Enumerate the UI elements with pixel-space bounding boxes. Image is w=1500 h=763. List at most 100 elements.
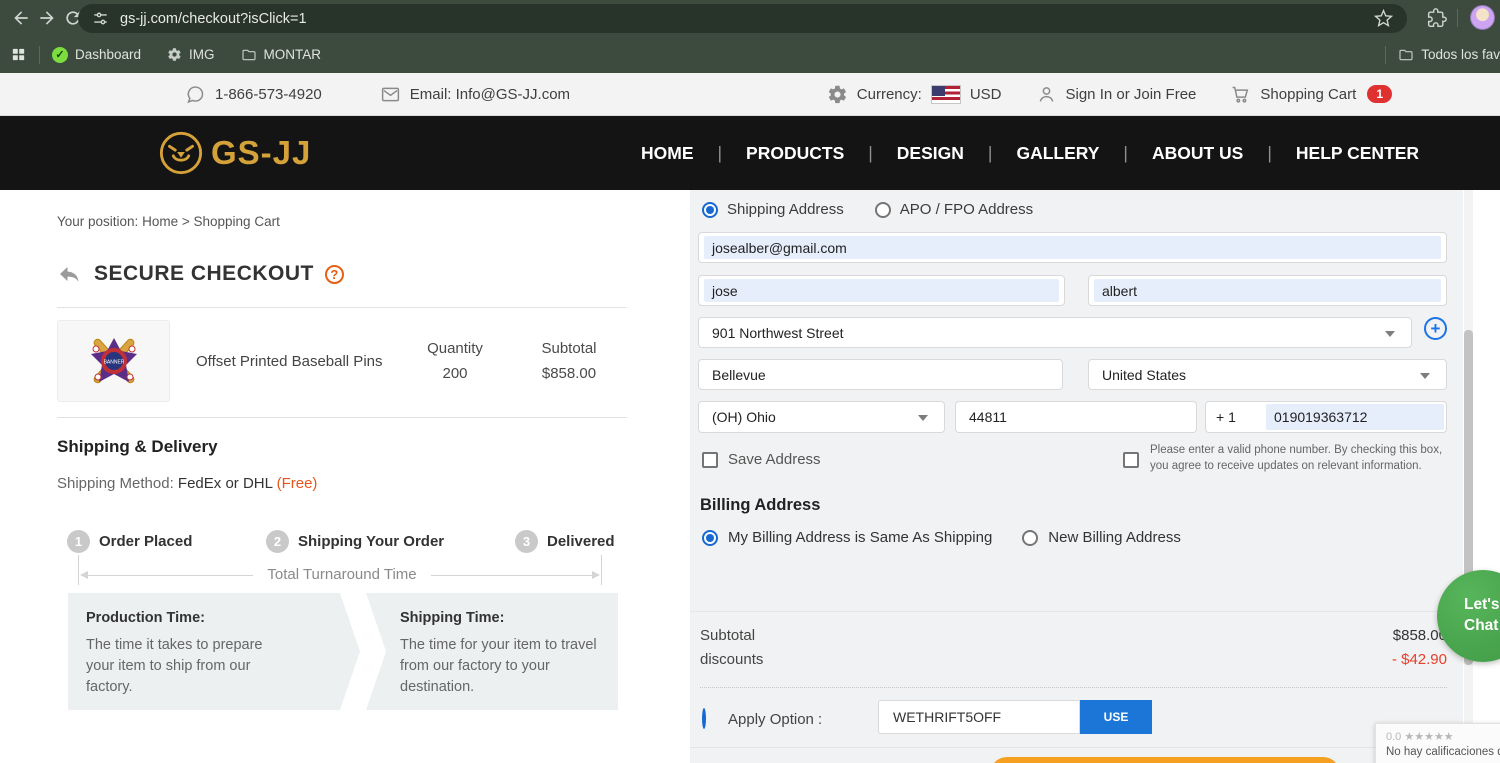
profile-avatar[interactable]	[1470, 5, 1495, 30]
shopping-cart-link[interactable]: Shopping Cart 1	[1230, 84, 1392, 105]
site-utility-bar: 1-866-573-4920 Email: Info@GS-JJ.com Cur…	[0, 73, 1500, 116]
summary-divider	[690, 611, 1453, 612]
us-flag-icon	[930, 84, 961, 104]
step-shipping-order: 2 Shipping Your Order	[266, 530, 444, 553]
step-circle: 1	[67, 530, 90, 553]
nav-separator: |	[1267, 142, 1272, 163]
nav-item-gallery[interactable]: GALLERY	[1016, 143, 1099, 164]
shipping-time-title: Shipping Time:	[400, 610, 505, 626]
svg-text:BANNER: BANNER	[103, 360, 124, 366]
folder-icon	[241, 49, 256, 60]
lion-logo-icon	[159, 131, 203, 175]
extensions-icon[interactable]	[1427, 8, 1447, 28]
country-select[interactable]: United States	[1088, 359, 1447, 390]
sign-in-text: Sign In or Join Free	[1065, 85, 1197, 103]
screen: gs-jj.com/checkout?isClick=1 ✓ Dashboard…	[0, 0, 1500, 763]
bookmark-label: Todos los fav	[1421, 47, 1500, 62]
bookmark-img[interactable]: IMG	[167, 47, 215, 62]
apply-option-radio[interactable]	[702, 708, 706, 729]
state-select[interactable]: (OH) Ohio	[698, 401, 945, 433]
bookmark-montar-folder[interactable]: MONTAR	[241, 47, 322, 63]
billing-new-label: New Billing Address	[1048, 529, 1181, 546]
breadcrumb: Your position: Home > Shopping Cart	[57, 214, 280, 229]
url-bar[interactable]: gs-jj.com/checkout?isClick=1	[78, 4, 1407, 33]
step-circle: 3	[515, 530, 538, 553]
breadcrumb-current: Shopping Cart	[193, 214, 280, 229]
last-name-input[interactable]: albert	[1088, 275, 1447, 306]
product-image[interactable]: BANNER	[57, 320, 170, 402]
bookmark-star-icon[interactable]	[1374, 9, 1393, 28]
state-value: (OH) Ohio	[712, 409, 776, 425]
last-name-value: albert	[1102, 282, 1138, 299]
phone-prefix: + 1	[1216, 409, 1236, 425]
phone-contact[interactable]: 1-866-573-4920	[185, 84, 322, 105]
use-coupon-button[interactable]: USE	[1080, 700, 1152, 734]
apo-fpo-radio-label: APO / FPO Address	[899, 201, 1034, 218]
zip-input[interactable]: 44811	[955, 401, 1197, 433]
save-address-option: Save Address	[702, 451, 821, 468]
nav-menu: HOME | PRODUCTS | DESIGN | GALLERY | ABO…	[641, 116, 1419, 190]
consent-checkbox[interactable]	[1123, 452, 1139, 468]
summary-discounts-value: - $42.90	[1391, 651, 1447, 668]
checkout-submit-button[interactable]	[990, 757, 1340, 763]
apps-grid-icon[interactable]	[10, 46, 27, 63]
scrollbar-track[interactable]	[1464, 190, 1473, 763]
email-input[interactable]: josealber@gmail.com	[698, 232, 1447, 263]
turnaround-label: Total Turnaround Time	[253, 566, 431, 583]
back-icon[interactable]	[11, 8, 31, 28]
bookmark-all-favorites-folder[interactable]: Todos los fav	[1398, 47, 1500, 63]
shipping-address-radio[interactable]	[702, 201, 718, 218]
step-label: Delivered	[547, 533, 615, 550]
quantity-header: Quantity	[427, 340, 483, 357]
site-settings-icon[interactable]	[92, 10, 109, 27]
nav-item-about[interactable]: ABOUT US	[1152, 143, 1243, 164]
summary-discounts-label: discounts	[700, 651, 764, 668]
billing-radio-group: My Billing Address is Same As Shipping N…	[702, 529, 1181, 546]
bookmark-label: MONTAR	[263, 47, 322, 62]
apo-fpo-radio[interactable]	[874, 201, 891, 218]
consent-text: Please enter a valid phone number. By ch…	[1150, 444, 1443, 472]
bookmark-dashboard[interactable]: ✓ Dashboard	[52, 46, 142, 63]
forward-icon[interactable]	[37, 8, 57, 28]
breadcrumb-home-link[interactable]: Home	[142, 214, 178, 229]
nav-item-design[interactable]: DESIGN	[897, 143, 964, 164]
bookmark-label: Dashboard	[75, 47, 142, 62]
rating-score: 0.0	[1386, 731, 1402, 743]
nav-item-help[interactable]: HELP CENTER	[1296, 143, 1419, 164]
bottom-divider	[690, 747, 1453, 748]
add-address-icon[interactable]: +	[1424, 317, 1447, 340]
city-input[interactable]: Bellevue	[698, 359, 1063, 390]
address-select[interactable]: 901 Northwest Street	[698, 317, 1412, 348]
help-question-icon[interactable]: ?	[324, 264, 344, 284]
save-address-checkbox[interactable]	[702, 451, 718, 468]
nav-separator: |	[868, 142, 873, 163]
currency-selector[interactable]: Currency: USD	[827, 84, 1002, 105]
url-text: gs-jj.com/checkout?isClick=1	[120, 10, 307, 27]
browser-toolbar: gs-jj.com/checkout?isClick=1	[0, 0, 1500, 36]
coupon-code-value: WETHRIFT5OFF	[893, 709, 1002, 725]
chat-text-line2: Chat	[1464, 617, 1499, 634]
dotted-divider	[700, 687, 1447, 688]
nav-separator: |	[1123, 142, 1128, 163]
nav-separator: |	[987, 142, 993, 163]
email-contact[interactable]: Email: Info@GS-JJ.com	[380, 84, 570, 105]
first-name-input[interactable]: jose	[698, 275, 1065, 306]
quantity-value: 200	[442, 365, 468, 382]
sign-in-link[interactable]: Sign In or Join Free	[1036, 84, 1197, 105]
coupon-code-input[interactable]: WETHRIFT5OFF	[878, 700, 1080, 734]
rating-popup: 0.0 ★★★★★ No hay calificaciones disp	[1375, 723, 1500, 763]
zip-value: 44811	[969, 409, 1007, 425]
billing-new-radio[interactable]	[1022, 529, 1039, 546]
nav-item-home[interactable]: HOME	[641, 143, 694, 164]
breadcrumb-prefix: Your position:	[57, 214, 139, 229]
dashboard-icon: ✓	[52, 46, 68, 63]
rating-stars-icon: ★★★★★	[1404, 731, 1454, 743]
back-arrow-icon[interactable]	[57, 263, 83, 285]
divider	[57, 417, 627, 418]
billing-same-radio[interactable]	[702, 529, 718, 546]
phone-input[interactable]: 019019363712	[1266, 404, 1444, 430]
site-logo[interactable]: GS-JJ	[158, 130, 311, 176]
phone-field[interactable]: + 1 019019363712	[1205, 401, 1447, 433]
envelope-icon	[381, 87, 399, 101]
nav-item-products[interactable]: PRODUCTS	[746, 143, 844, 164]
